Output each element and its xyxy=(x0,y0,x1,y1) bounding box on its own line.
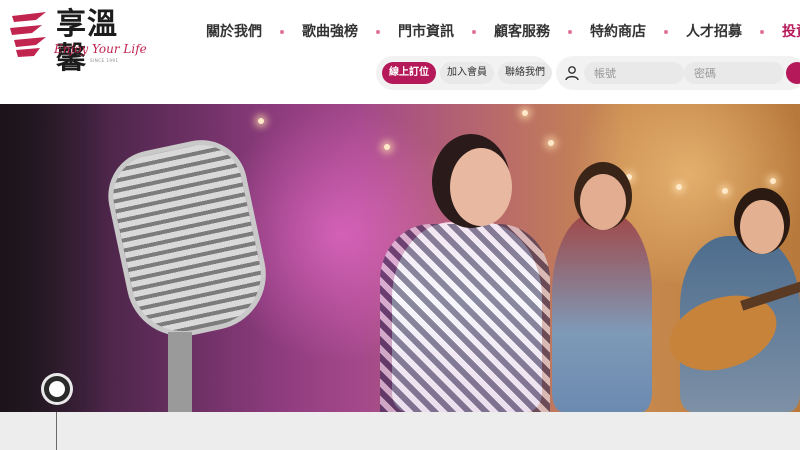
contact-us-button[interactable]: 聯絡我們 xyxy=(498,62,552,84)
carousel-indicator[interactable] xyxy=(44,376,70,402)
login-bar xyxy=(556,56,800,90)
string-light xyxy=(626,174,632,180)
guitarist-head xyxy=(740,200,784,254)
singer-plaid-shirt xyxy=(380,224,550,412)
string-light xyxy=(522,110,528,116)
nav-item-partner-shops[interactable]: 特約商店 xyxy=(572,14,664,50)
friend-head xyxy=(580,174,626,230)
microphone-stand xyxy=(168,332,192,412)
online-booking-button[interactable]: 線上訂位 xyxy=(382,62,436,84)
section-divider xyxy=(56,412,57,450)
brand-logo[interactable]: 享溫馨 Enjoy Your Life SINCE 1991 xyxy=(6,6,147,76)
nav-item-careers[interactable]: 人才招募 xyxy=(668,14,760,50)
string-light xyxy=(722,188,728,194)
string-light xyxy=(676,184,682,190)
string-light xyxy=(258,118,264,124)
singer-head xyxy=(450,148,512,226)
nav-item-about[interactable]: 關於我們 xyxy=(188,14,280,50)
nav-item-song-charts[interactable]: 歌曲強榜 xyxy=(284,14,376,50)
nav-item-investors[interactable]: 投資 xyxy=(764,14,800,50)
quick-actions: 線上訂位 加入會員 聯絡我們 xyxy=(376,56,552,90)
account-input[interactable] xyxy=(584,62,684,84)
friend-figure xyxy=(552,214,652,412)
brand-tagline: Enjoy Your Life xyxy=(54,42,147,56)
site-header: 享溫馨 Enjoy Your Life SINCE 1991 關於我們 歌曲強榜… xyxy=(0,0,800,104)
string-light xyxy=(384,144,390,150)
join-member-button[interactable]: 加入會員 xyxy=(440,62,494,84)
password-input[interactable] xyxy=(684,62,784,84)
string-light xyxy=(440,162,446,168)
string-light xyxy=(770,178,776,184)
nav-item-customer-service[interactable]: 顧客服務 xyxy=(476,14,568,50)
user-icon xyxy=(565,66,579,81)
brand-since: SINCE 1991 xyxy=(90,58,119,63)
brand-mark-icon xyxy=(10,12,46,57)
nav-item-stores[interactable]: 門市資訊 xyxy=(380,14,472,50)
string-light xyxy=(548,140,554,146)
main-nav: 關於我們 歌曲強榜 門市資訊 顧客服務 特約商店 人才招募 投資 xyxy=(188,14,800,50)
content-section-top xyxy=(0,412,800,450)
hero-banner[interactable] xyxy=(0,104,800,412)
hero-shadow xyxy=(0,104,110,412)
login-button[interactable] xyxy=(786,62,800,84)
